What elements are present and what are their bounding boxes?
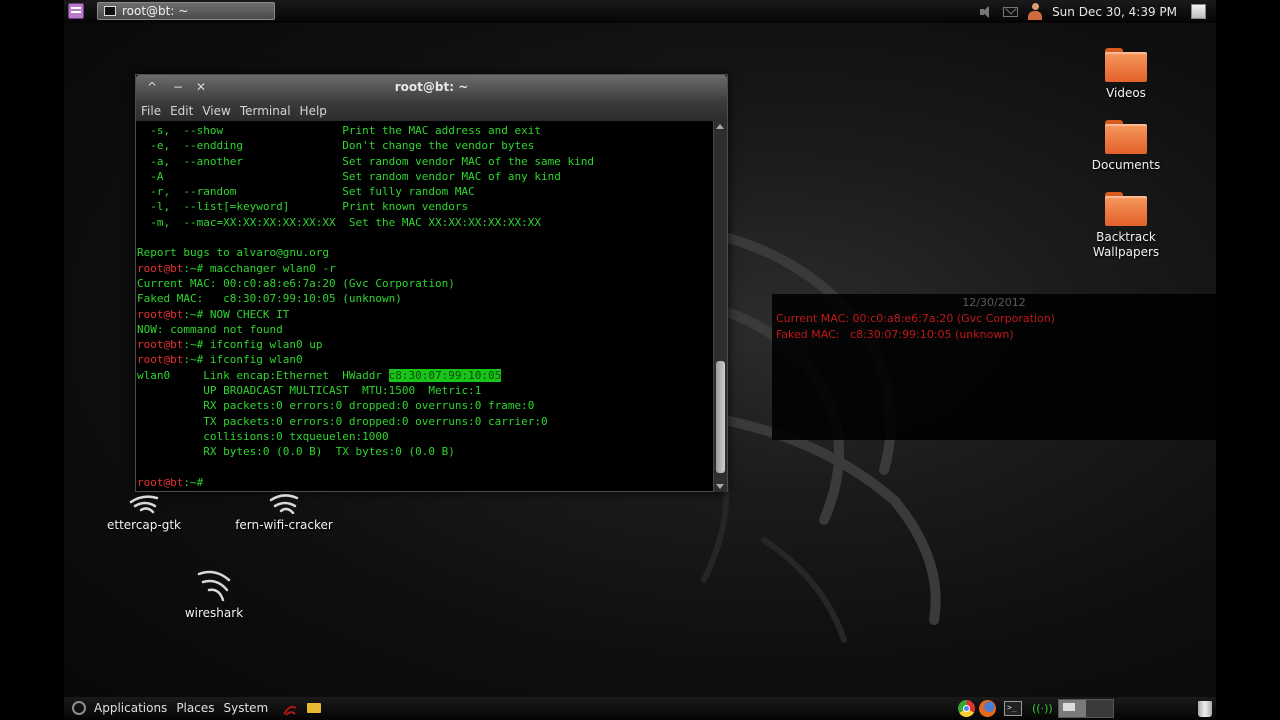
desktop-icon-label: Documents <box>1091 158 1161 172</box>
top-tray: Sun Dec 30, 4:39 PM <box>978 3 1206 20</box>
menu-applications[interactable]: Applications <box>94 701 167 715</box>
chrome-icon[interactable] <box>958 700 975 717</box>
shell-prompt: root@bt <box>137 353 184 367</box>
conky-faked-mac: Faked MAC: c8:30:07:99:10:05 (unknown) <box>776 328 1014 341</box>
terminal-line: -a, --another Set random vendor MAC of t… <box>137 154 594 168</box>
terminal-line: Report bugs to alvaro@gnu.org <box>137 246 330 260</box>
folder-launcher-icon[interactable] <box>307 703 321 713</box>
label-line: Backtrack <box>1096 230 1156 244</box>
folder-icon <box>1105 48 1147 82</box>
desktop-icon-label: fern-wifi-cracker <box>235 518 333 532</box>
bottom-menu: Applications Places System <box>94 701 268 715</box>
desktop-icon-wireshark[interactable]: wireshark <box>174 566 254 621</box>
menu-edit[interactable]: Edit <box>170 104 193 118</box>
terminal-line: TX packets:0 errors:0 dropped:0 overruns… <box>137 414 548 428</box>
conky-overlay: 12/30/2012 Current MAC: 00:c0:a8:e6:7a:2… <box>772 294 1216 440</box>
shell-prompt: root@bt <box>137 261 184 275</box>
menu-file[interactable]: File <box>141 104 161 118</box>
terminal-line: -A Set random vendor MAC of any kind <box>137 169 561 183</box>
terminal-output[interactable]: -s, --show Print the MAC address and exi… <box>136 121 712 492</box>
window-title: root@bt: ~ <box>394 80 469 94</box>
shell-prompt-suffix: :~# <box>183 338 210 352</box>
terminal-line: -s, --show Print the MAC address and exi… <box>137 124 541 137</box>
window-titlebar[interactable]: ^ − ✕ root@bt: ~ <box>136 75 727 100</box>
folder-icon <box>1105 120 1147 154</box>
speaker-icon[interactable] <box>978 5 994 19</box>
menu-help[interactable]: Help <box>300 104 327 118</box>
terminal-line: -l, --list[=keyword] Print known vendors <box>137 200 469 214</box>
desktop-icon-ettercap[interactable]: ettercap-gtk <box>100 478 188 533</box>
terminal-launcher-icon[interactable]: >_ <box>1004 701 1022 716</box>
user-icon[interactable] <box>1027 3 1043 20</box>
terminal-line: -m, --mac=XX:XX:XX:XX:XX:XX Set the MAC … <box>137 215 541 229</box>
shell-prompt: root@bt <box>137 338 184 352</box>
mail-icon[interactable] <box>1003 6 1019 17</box>
dragon-launcher-icon[interactable] <box>282 702 298 716</box>
terminal-menubar: File Edit View Terminal Help <box>136 100 727 121</box>
desktop-icon-fern-wifi-cracker[interactable]: fern-wifi-cracker <box>228 478 340 533</box>
desktop-icon-label: wireshark <box>184 606 244 620</box>
terminal-line: Current MAC: 00:c0:a8:e6:7a:20 (Gvc Corp… <box>137 276 455 290</box>
shell-prompt-suffix: :~# <box>183 261 210 275</box>
terminal-line: Faked MAC: c8:30:07:99:10:05 (unknown) <box>137 292 402 306</box>
desktop-icon-label: Videos <box>1106 86 1146 100</box>
shell-prompt-suffix: :~# <box>183 353 210 367</box>
folder-icon <box>1105 192 1147 226</box>
taskbar-window-label: root@bt: ~ <box>122 4 189 18</box>
terminal-line: UP BROADCAST MULTICAST MTU:1500 Metric:1 <box>137 384 482 398</box>
terminal-line: RX bytes:0 (0.0 B) TX bytes:0 (0.0 B) <box>137 445 455 459</box>
backtrack-logo-icon[interactable] <box>72 701 86 715</box>
dragon-app-icon <box>193 566 235 602</box>
command: macchanger wlan0 -r <box>209 261 336 275</box>
desktop-icon-documents[interactable]: Documents <box>1086 120 1166 173</box>
conky-date: 12/30/2012 <box>962 296 1026 309</box>
command: ifconfig wlan0 up <box>209 338 323 352</box>
desktop-icon-videos[interactable]: Videos <box>1086 48 1166 101</box>
menu-view[interactable]: View <box>202 104 230 118</box>
command: NOW CHECK IT <box>209 307 290 321</box>
terminal-line: wlan0 Link encap:Ethernet HWaddr <box>137 368 389 382</box>
menu-places[interactable]: Places <box>176 701 214 715</box>
desktop-icon-label: Backtrack Wallpapers <box>1081 230 1171 260</box>
scroll-down-arrow[interactable] <box>716 484 724 489</box>
top-panel: root@bt: ~ Sun Dec 30, 4:39 PM <box>64 0 1216 23</box>
shell-prompt: root@bt <box>137 307 184 321</box>
terminal-window[interactable]: ^ − ✕ root@bt: ~ File Edit View Terminal… <box>135 74 728 492</box>
terminal-scrollbar[interactable] <box>713 121 727 492</box>
menu-launcher-icon[interactable] <box>68 3 84 19</box>
scroll-thumb[interactable] <box>716 361 725 473</box>
clock[interactable]: Sun Dec 30, 4:39 PM <box>1052 5 1177 19</box>
bottom-tray: >_ ((·)) <box>958 699 1216 718</box>
workspace-switcher[interactable] <box>1058 699 1114 718</box>
hwaddr-selection[interactable]: c8:30:07:99:10:05 <box>388 368 502 382</box>
shell-prompt-suffix: :~# <box>183 307 210 321</box>
terminal-line: RX packets:0 errors:0 dropped:0 overruns… <box>137 399 535 413</box>
scroll-up-arrow[interactable] <box>716 124 724 129</box>
dragon-app-icon <box>263 478 305 514</box>
dragon-app-icon <box>123 478 165 514</box>
menu-terminal[interactable]: Terminal <box>240 104 291 118</box>
firefox-icon[interactable] <box>979 700 996 717</box>
wifi-icon[interactable]: ((·)) <box>1032 701 1053 716</box>
terminal-line: -e, --endding Don't change the vendor by… <box>137 139 535 153</box>
desktop-icon-backtrack-wallpapers[interactable]: Backtrack Wallpapers <box>1081 192 1171 260</box>
terminal-line: NOW: command not found <box>137 322 283 336</box>
label-line: Wallpapers <box>1092 245 1160 259</box>
command: ifconfig wlan0 <box>209 353 303 367</box>
bottom-panel: Applications Places System >_ ((·)) <box>64 697 1216 720</box>
desktop-icon-label: ettercap-gtk <box>106 518 181 532</box>
terminal-line: collisions:0 txqueuelen:1000 <box>137 429 389 443</box>
trash-icon[interactable] <box>1198 700 1212 717</box>
taskbar-window-button[interactable]: root@bt: ~ <box>97 2 275 20</box>
show-desktop-icon[interactable] <box>1191 4 1206 19</box>
terminal-icon <box>104 6 116 16</box>
menu-system[interactable]: System <box>223 701 268 715</box>
terminal-line: -r, --random Set fully random MAC <box>137 185 475 199</box>
conky-current-mac: Current MAC: 00:c0:a8:e6:7a:20 (Gvc Corp… <box>776 312 1055 325</box>
